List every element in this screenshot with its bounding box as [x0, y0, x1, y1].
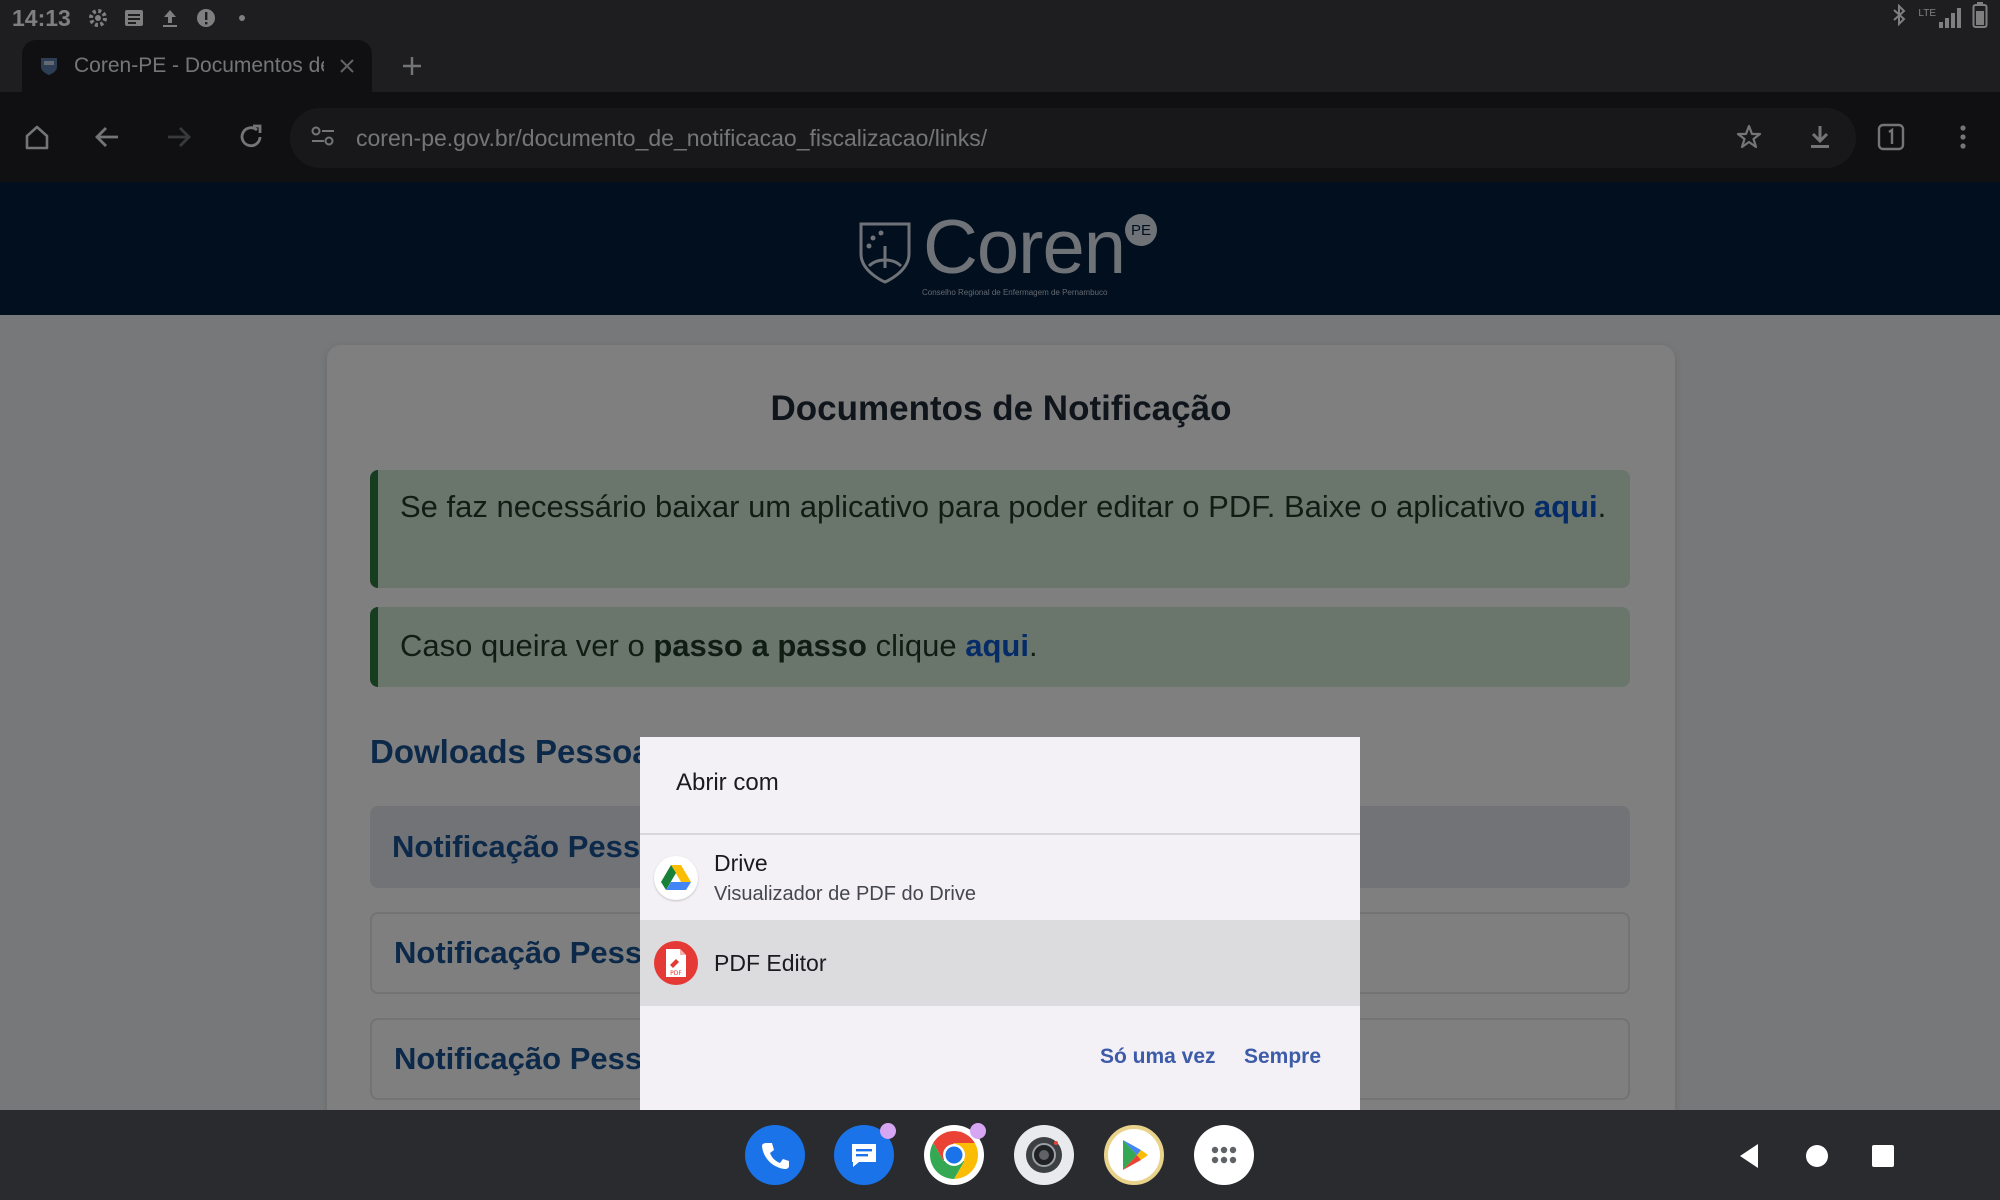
notification-badge [970, 1123, 986, 1139]
option-text: Drive Visualizador de PDF do Drive [714, 850, 976, 906]
recents-icon[interactable] [1861, 1134, 1905, 1178]
option-name: PDF Editor [714, 949, 827, 976]
pdf-label: PDF [670, 970, 682, 977]
phone-icon[interactable] [745, 1125, 805, 1185]
always-button[interactable]: Sempre [1244, 1045, 1321, 1069]
option-name: Drive [714, 849, 768, 876]
just-once-button[interactable]: Só uma vez [1100, 1045, 1216, 1069]
option-drive[interactable]: Drive Visualizador de PDF do Drive [640, 835, 1360, 920]
home-nav-icon[interactable] [1795, 1134, 1839, 1178]
notification-badge [880, 1123, 896, 1139]
google-drive-icon [654, 855, 698, 900]
open-with-dialog: Abrir com Drive Visualizador de PDF do D… [640, 737, 1360, 1110]
messages-icon[interactable] [834, 1123, 896, 1185]
chrome-icon[interactable] [924, 1123, 986, 1185]
option-text: PDF Editor [714, 950, 826, 977]
back-icon[interactable] [1727, 1134, 1771, 1178]
dialog-title: Abrir com [676, 769, 779, 796]
pdf-editor-icon: PDF [654, 941, 698, 985]
option-subtitle: Visualizador de PDF do Drive [714, 882, 976, 905]
option-pdf-editor[interactable]: PDF PDF Editor [640, 920, 1360, 1006]
play-store-icon[interactable] [1104, 1125, 1164, 1185]
camera-icon[interactable] [1014, 1125, 1074, 1185]
taskbar [0, 1110, 2000, 1200]
app-drawer-icon[interactable] [1194, 1125, 1254, 1185]
